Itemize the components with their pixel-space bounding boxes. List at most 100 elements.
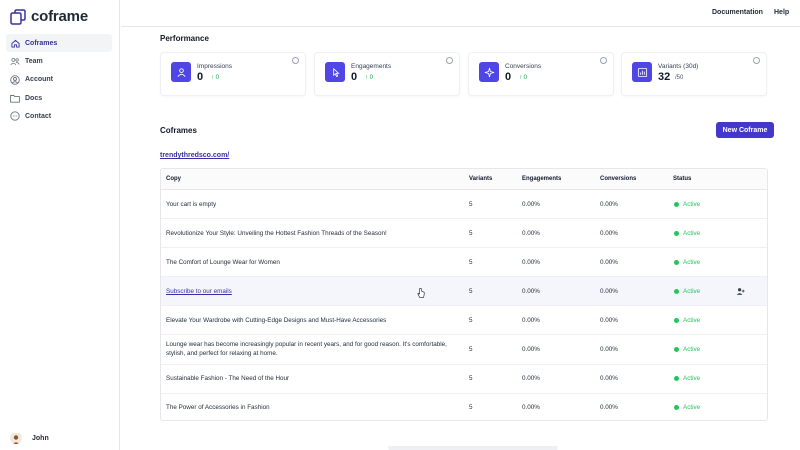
- stat-card-engagements: Engagements 0 ↑ 0: [314, 52, 460, 96]
- info-icon[interactable]: [292, 57, 299, 64]
- stat-card-impressions: Impressions 0 ↑ 0: [160, 52, 306, 96]
- stat-limit: /50: [675, 75, 684, 81]
- stat-value: 32: [658, 71, 671, 83]
- user-profile[interactable]: John: [10, 432, 49, 444]
- row-conversions: 0.00%: [600, 201, 618, 208]
- status-label: Active: [683, 404, 701, 411]
- documentation-link[interactable]: Documentation: [712, 9, 763, 16]
- table-header: Copy Variants Engagements Conversions St…: [161, 169, 767, 190]
- row-copy: Revolutionize Your Style: Unveiling the …: [166, 230, 387, 237]
- row-engagements: 0.00%: [522, 230, 540, 237]
- table-row[interactable]: The Power of Accessories in Fashion 5 0.…: [161, 394, 767, 420]
- scrollbar[interactable]: [388, 446, 558, 450]
- column-header-variants: Variants: [469, 176, 493, 182]
- sidebar-item-account[interactable]: Account: [6, 71, 112, 89]
- status-dot: [674, 260, 679, 265]
- hand-cursor-icon: [417, 288, 425, 298]
- sidebar-item-coframes[interactable]: Coframes: [6, 34, 112, 52]
- sidebar-item-docs[interactable]: Docs: [6, 89, 112, 107]
- table-row[interactable]: The Comfort of Lounge Wear for Women 5 0…: [161, 248, 767, 277]
- info-icon[interactable]: [446, 57, 453, 64]
- pointer-icon: [325, 62, 345, 82]
- new-coframe-button[interactable]: New Coframe: [716, 122, 774, 138]
- table-row[interactable]: Elevate Your Wardrobe with Cutting-Edge …: [161, 306, 767, 335]
- status-label: Active: [683, 375, 701, 382]
- table-row[interactable]: Subscribe to our emails 5 0.00% 0.00% Ac…: [161, 277, 767, 306]
- row-variants: 5: [469, 288, 473, 295]
- sidebar-item-label: Account: [25, 76, 53, 84]
- status-badge: Active: [674, 288, 700, 295]
- bar-chart-icon: [632, 62, 652, 82]
- info-icon[interactable]: [600, 57, 607, 64]
- row-conversions: 0.00%: [600, 404, 618, 411]
- top-bar: Documentation Help: [121, 0, 800, 27]
- status-badge: Active: [674, 259, 700, 266]
- sidebar-item-label: Team: [25, 58, 43, 66]
- status-label: Active: [683, 346, 701, 353]
- row-variants: 5: [469, 230, 473, 237]
- row-copy: The Power of Accessories in Fashion: [166, 404, 270, 411]
- stat-value: 0: [197, 71, 204, 83]
- table-row[interactable]: Lounge wear has become increasingly popu…: [161, 335, 767, 365]
- table-row[interactable]: Your cart is empty 5 0.00% 0.00% Active: [161, 190, 767, 219]
- help-link[interactable]: Help: [774, 9, 789, 16]
- coframe-logo-icon: [10, 8, 26, 25]
- status-badge: Active: [674, 375, 700, 382]
- status-dot: [674, 347, 679, 352]
- sidebar-item-team[interactable]: Team: [6, 53, 112, 71]
- row-variants: 5: [469, 404, 473, 411]
- sidebar-item-label: Coframes: [25, 39, 58, 47]
- row-conversions: 0.00%: [600, 346, 618, 353]
- users-icon: [171, 62, 191, 82]
- stat-label: Impressions: [197, 63, 233, 70]
- row-variants: 5: [469, 375, 473, 382]
- row-engagements: 0.00%: [522, 201, 540, 208]
- coframes-table: Copy Variants Engagements Conversions St…: [160, 168, 768, 421]
- row-variants: 5: [469, 259, 473, 266]
- column-header-conversions: Conversions: [600, 176, 637, 182]
- chat-icon: [10, 111, 20, 122]
- stat-label: Engagements: [351, 63, 392, 70]
- status-label: Active: [683, 230, 701, 237]
- status-badge: Active: [674, 317, 700, 324]
- status-badge: Active: [674, 201, 700, 208]
- row-engagements: 0.00%: [522, 346, 540, 353]
- brand-name: coframe: [31, 8, 88, 25]
- stat-delta-value: 0: [215, 75, 220, 81]
- row-copy: The Comfort of Lounge Wear for Women: [166, 259, 280, 266]
- status-badge: Active: [674, 230, 700, 237]
- user-name: John: [32, 434, 49, 442]
- coframes-title: Coframes: [160, 126, 197, 135]
- column-header-engagements: Engagements: [522, 176, 562, 182]
- account-icon: [10, 75, 20, 85]
- sparkle-icon: [479, 62, 499, 82]
- sidebar-item-contact[interactable]: Contact: [6, 107, 112, 125]
- column-header-copy: Copy: [166, 176, 181, 182]
- row-conversions: 0.00%: [600, 317, 618, 324]
- stat-label: Variants (30d): [658, 63, 699, 70]
- add-user-icon[interactable]: [736, 287, 745, 296]
- status-dot: [674, 231, 679, 236]
- stat-delta: ↑ 0: [519, 75, 528, 81]
- status-dot: [674, 376, 679, 381]
- avatar: [10, 432, 22, 444]
- row-engagements: 0.00%: [522, 375, 540, 382]
- sidebar-nav: Coframes Team Account Docs Contact: [6, 34, 112, 126]
- info-icon[interactable]: [753, 57, 760, 64]
- row-copy-link[interactable]: Subscribe to our emails: [166, 288, 456, 297]
- row-variants: 5: [469, 317, 473, 324]
- status-label: Active: [683, 259, 701, 266]
- status-dot: [674, 202, 679, 207]
- stat-label: Conversions: [505, 63, 542, 70]
- brand-logo[interactable]: coframe: [10, 8, 88, 25]
- stat-delta-value: 0: [369, 75, 374, 81]
- status-label: Active: [683, 317, 701, 324]
- table-row[interactable]: Sustainable Fashion - The Need of the Ho…: [161, 365, 767, 394]
- row-copy: Your cart is empty: [166, 201, 217, 208]
- site-link[interactable]: trendythredsco.com/: [160, 152, 229, 159]
- row-engagements: 0.00%: [522, 288, 540, 295]
- table-row[interactable]: Revolutionize Your Style: Unveiling the …: [161, 219, 767, 248]
- stat-delta: ↑ 0: [211, 75, 220, 81]
- row-conversions: 0.00%: [600, 375, 618, 382]
- performance-title: Performance: [160, 34, 209, 43]
